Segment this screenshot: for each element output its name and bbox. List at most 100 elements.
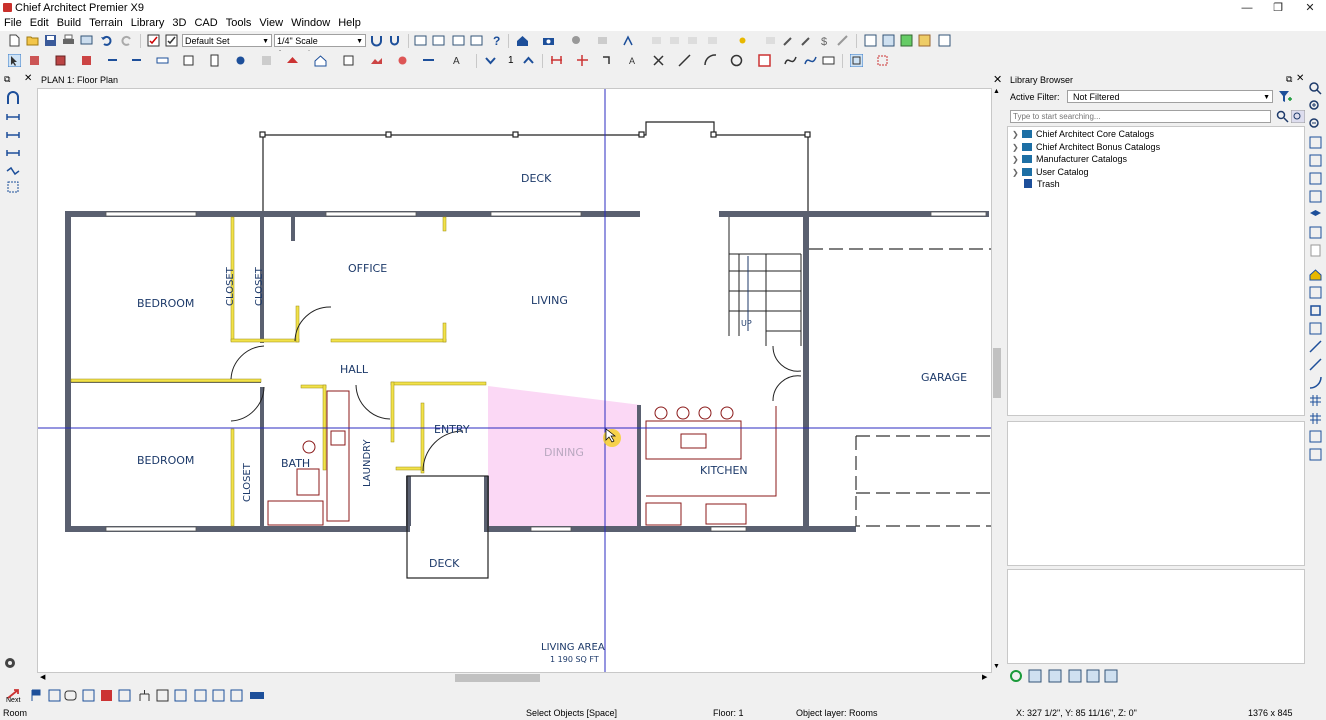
arc-icon[interactable]	[704, 54, 717, 67]
zoom-out-icon[interactable]	[1309, 118, 1322, 131]
camera-icon[interactable]	[542, 34, 555, 47]
menu-build[interactable]: Build	[53, 16, 85, 31]
horizontal-scroll-thumb[interactable]	[455, 674, 540, 682]
material-painter-icon[interactable]	[800, 34, 813, 47]
cad-point-icon[interactable]	[576, 54, 589, 67]
pan-icon[interactable]	[1309, 190, 1322, 203]
railing-icon[interactable]	[5, 130, 21, 140]
circle-icon[interactable]	[730, 54, 743, 67]
layer-display-icon[interactable]	[147, 34, 160, 47]
library-search-input[interactable]	[1010, 110, 1271, 123]
render-icon[interactable]	[668, 34, 681, 47]
fit-icon[interactable]	[156, 689, 169, 702]
path-icon[interactable]	[48, 689, 61, 702]
active-filter-select[interactable]: Not Filtered ▼	[1067, 90, 1273, 103]
library-thumb-icon[interactable]	[1086, 669, 1100, 683]
scroll-right-icon[interactable]: ▶	[982, 673, 987, 681]
menu-tools[interactable]: Tools	[222, 16, 256, 31]
bar-chart-icon[interactable]	[100, 689, 113, 702]
transform-icon[interactable]	[230, 689, 243, 702]
library-browser-icon[interactable]	[1309, 268, 1322, 281]
advanced-search-icon[interactable]	[1291, 110, 1305, 123]
library-pin-icon[interactable]: ⧉	[1286, 74, 1292, 85]
fence-wall-icon[interactable]	[5, 148, 21, 158]
layers-icon[interactable]	[1309, 208, 1322, 221]
annotation-set-select[interactable]: 1/4" Scale Annotations▼	[274, 34, 366, 59]
ruler-icon[interactable]	[432, 34, 445, 47]
magnet-icon[interactable]	[370, 34, 383, 47]
fill-window-icon[interactable]	[1309, 154, 1322, 167]
menu-3d[interactable]: 3D	[168, 16, 190, 31]
undo-icon[interactable]	[100, 34, 113, 47]
dimension-tool-icon[interactable]	[550, 54, 563, 67]
floor-plan-window-icon[interactable]	[864, 34, 877, 47]
close-icon[interactable]: ✕	[1295, 0, 1325, 16]
box-icon[interactable]	[758, 54, 771, 67]
layer-checkbox-icon[interactable]	[165, 34, 178, 47]
swap-icon[interactable]	[1309, 226, 1322, 239]
grid-icon[interactable]	[1309, 394, 1322, 407]
line-icon[interactable]	[678, 54, 691, 67]
tile-windows-icon[interactable]	[938, 34, 951, 47]
object-snap-icon[interactable]	[1309, 430, 1322, 443]
vertical-scroll-thumb[interactable]	[993, 348, 1001, 398]
cross-section-icon[interactable]	[596, 34, 609, 47]
x-mark-icon[interactable]	[652, 54, 665, 67]
arc-wall-icon[interactable]	[5, 90, 21, 106]
electrical-icon[interactable]	[234, 54, 247, 67]
refresh-icon[interactable]	[1009, 669, 1023, 683]
print-preview-icon[interactable]	[80, 34, 93, 47]
library-item-user-catalog[interactable]: ❯ User Catalog	[1012, 166, 1089, 178]
chart-icon[interactable]	[118, 689, 131, 702]
appliance-icon[interactable]	[80, 54, 93, 67]
layout-window-icon[interactable]	[882, 34, 895, 47]
menu-terrain[interactable]: Terrain	[85, 16, 127, 31]
cad-block-icon[interactable]	[822, 54, 835, 67]
copy-icon[interactable]	[194, 689, 207, 702]
stop-icon[interactable]	[686, 34, 699, 47]
home-icon[interactable]	[516, 34, 529, 47]
hierarchy-icon[interactable]	[138, 689, 151, 702]
plan-tab-title[interactable]: PLAN 1: Floor Plan	[41, 75, 118, 85]
plant-icon[interactable]	[396, 54, 409, 67]
spline-icon[interactable]	[784, 54, 797, 67]
vertical-scrollbar[interactable]: ▲ ▼	[992, 88, 1002, 673]
dimension-box-icon[interactable]	[174, 689, 187, 702]
library-item-manufacturer-catalogs[interactable]: ❯ Manufacturer Catalogs	[1012, 153, 1127, 165]
dollar-icon[interactable]: $	[818, 34, 831, 47]
print-icon[interactable]	[62, 34, 75, 47]
find-icon[interactable]	[1309, 322, 1322, 335]
open-folder-icon[interactable]	[26, 34, 39, 47]
cad-line-icon[interactable]	[422, 54, 435, 67]
lights-icon[interactable]	[706, 34, 719, 47]
walkthrough-icon[interactable]	[570, 34, 583, 47]
panel-close-icon[interactable]: ✕	[24, 73, 32, 84]
plan-close-icon[interactable]: ✕	[993, 73, 1002, 86]
sun-icon[interactable]	[736, 34, 749, 47]
search-icon[interactable]	[1276, 110, 1289, 123]
undo-zoom-icon[interactable]	[1309, 136, 1322, 149]
straight-wall-icon[interactable]	[5, 112, 21, 122]
square-icon[interactable]	[1309, 304, 1322, 317]
3d-window-icon[interactable]	[900, 34, 913, 47]
library-item-trash[interactable]: Trash	[1012, 178, 1060, 190]
text-arrow-icon[interactable]	[602, 54, 615, 67]
menu-library[interactable]: Library	[127, 16, 169, 31]
horizontal-scrollbar[interactable]: ◀ ▶	[37, 673, 992, 683]
zoom-icon[interactable]	[1309, 82, 1322, 95]
arc-snap-icon[interactable]	[1309, 376, 1322, 389]
reflect-icon[interactable]	[212, 689, 225, 702]
menu-view[interactable]: View	[255, 16, 287, 31]
material-icon[interactable]	[764, 34, 777, 47]
menu-file[interactable]: File	[0, 16, 26, 31]
break-wall-icon[interactable]	[5, 166, 21, 176]
layer-set-select[interactable]: Default Set ▼	[182, 34, 272, 47]
save-icon[interactable]	[44, 34, 57, 47]
filter-add-icon[interactable]	[1278, 90, 1292, 104]
roof-icon[interactable]	[286, 54, 299, 67]
text-tool-icon[interactable]: A	[450, 54, 463, 67]
snap-grid-icon[interactable]	[1309, 358, 1322, 371]
door-tool-icon[interactable]	[208, 54, 221, 67]
library-view-icon[interactable]	[1048, 669, 1062, 683]
menu-help[interactable]: Help	[334, 16, 365, 31]
